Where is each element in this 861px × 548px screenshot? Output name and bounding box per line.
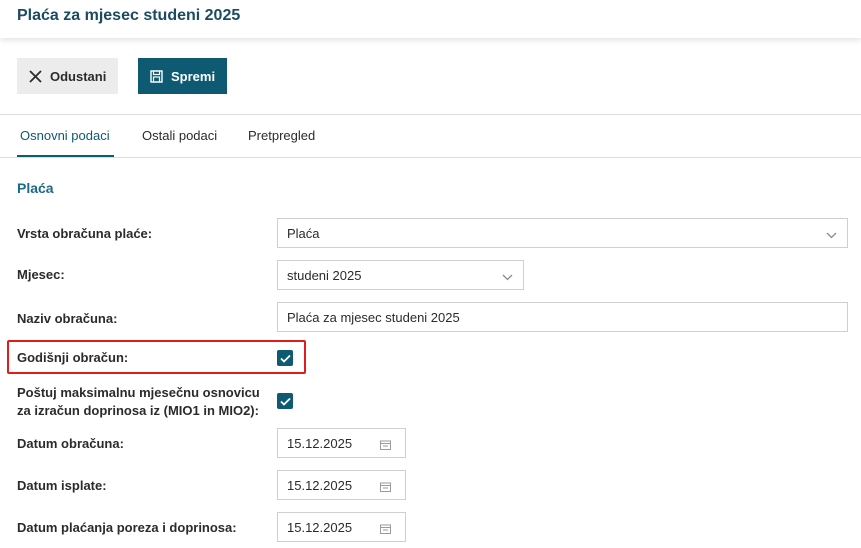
naziv-obracuna-value: Plaća za mjesec studeni 2025	[287, 309, 460, 325]
close-icon	[27, 68, 43, 84]
section-title: Plaća	[17, 180, 54, 196]
calendar-icon[interactable]	[380, 438, 391, 453]
page-header: Plaća za mjesec studeni 2025	[0, 0, 861, 38]
vrsta-obracuna-label: Vrsta obračuna plaće:	[17, 226, 153, 241]
cancel-button-label: Odustani	[50, 68, 107, 84]
naziv-obracuna-label: Naziv obračuna:	[17, 311, 118, 326]
datum-obracuna-input[interactable]: 15.12.2025	[277, 428, 406, 458]
page-title: Plaća za mjesec studeni 2025	[17, 7, 241, 24]
vrsta-obracuna-select[interactable]: Plaća	[277, 218, 848, 248]
naziv-obracuna-input[interactable]: Plaća za mjesec studeni 2025	[277, 302, 848, 332]
tab-ostali-podaci[interactable]: Ostali podaci	[142, 128, 217, 143]
datum-isplate-label: Datum isplate:	[17, 478, 107, 493]
datum-placanja-label: Datum plaćanja poreza i doprinosa:	[17, 520, 237, 535]
save-button-label: Spremi	[171, 68, 216, 84]
chevron-down-icon	[826, 228, 837, 243]
datum-isplate-value: 15.12.2025	[287, 477, 353, 493]
datum-obracuna-value: 15.12.2025	[287, 435, 353, 451]
godisnji-obracun-checkbox[interactable]	[277, 350, 293, 366]
cancel-button[interactable]: Odustani	[17, 58, 118, 94]
vrsta-obracuna-value: Plaća	[287, 225, 320, 241]
datum-placanja-value: 15.12.2025	[287, 519, 353, 535]
godisnji-obracun-label: Godišnji obračun:	[17, 350, 129, 365]
chevron-down-icon	[502, 270, 513, 285]
datum-placanja-input[interactable]: 15.12.2025	[277, 512, 406, 542]
datum-isplate-input[interactable]: 15.12.2025	[277, 470, 406, 500]
tabs-top-divider	[0, 114, 861, 115]
calendar-icon[interactable]	[380, 480, 391, 495]
postuj-osnovicu-checkbox[interactable]	[277, 393, 293, 409]
save-icon	[148, 68, 164, 84]
mjesec-value: studeni 2025	[287, 267, 362, 283]
checkmark-icon	[279, 354, 291, 363]
calendar-icon[interactable]	[380, 522, 391, 537]
checkmark-icon	[279, 397, 291, 406]
mjesec-label: Mjesec:	[17, 267, 65, 282]
datum-obracuna-label: Datum obračuna:	[17, 436, 124, 451]
tab-osnovni-podaci[interactable]: Osnovni podaci	[20, 128, 110, 143]
save-button[interactable]: Spremi	[138, 58, 227, 94]
postuj-osnovicu-label-line2: za izračun doprinosa iz (MIO1 in MIO2):	[17, 403, 259, 418]
mjesec-select[interactable]: studeni 2025	[277, 260, 524, 290]
postuj-osnovicu-label-line1: Poštuj maksimalnu mjesečnu osnovicu	[17, 385, 260, 400]
tabs-bottom-divider	[0, 157, 861, 158]
tab-pretpregled[interactable]: Pretpregled	[248, 128, 315, 143]
